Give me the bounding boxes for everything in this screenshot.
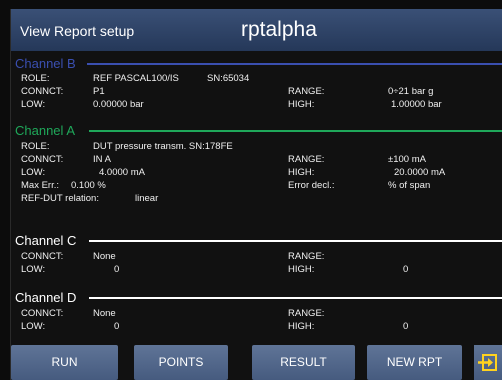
channel-a-error-row: Max Err.: 0.100 % Error decl.: % of span <box>11 180 502 193</box>
channel-a-section: Channel A ROLE: DUT pressure transm. SN:… <box>11 123 502 204</box>
screen: View Report setup rptalpha Channel B ROL… <box>10 9 502 380</box>
exit-icon <box>478 354 497 371</box>
high-label: HIGH: <box>288 321 315 332</box>
range-value: 0÷21 bar g <box>388 86 434 97</box>
report-title: rptalpha <box>241 18 317 41</box>
high-value: 20.0000 mA <box>394 167 446 178</box>
channel-a-title: Channel A <box>15 123 75 138</box>
connect-value: None <box>93 308 116 319</box>
channel-b-title: Channel B <box>15 56 76 71</box>
range-value: ±100 mA <box>388 154 426 165</box>
points-button[interactable]: POINTS <box>134 345 228 380</box>
high-label: HIGH: <box>288 264 315 275</box>
range-label: RANGE: <box>288 154 325 165</box>
channel-b-connect-row: CONNCT: P1 RANGE: 0÷21 bar g <box>11 86 502 99</box>
channel-b-section: Channel B ROLE: REF PASCAL100/IS SN:6503… <box>11 56 502 110</box>
range-label: RANGE: <box>288 251 325 262</box>
run-button[interactable]: RUN <box>11 345 118 380</box>
connect-value: None <box>93 251 116 262</box>
channel-c-section: Channel C CONNCT: None RANGE: LOW: 0 HIG… <box>11 233 502 275</box>
high-value: 0 <box>403 264 409 275</box>
channel-d-title: Channel D <box>15 290 77 305</box>
bottom-button-bar: RUN POINTS RESULT NEW RPT <box>11 345 502 380</box>
channel-a-divider <box>89 130 502 132</box>
low-label: LOW: <box>21 167 46 178</box>
channel-c-limits-row: LOW: 0 HIGH: 0 <box>11 264 502 277</box>
channel-c-header: Channel C <box>11 233 502 249</box>
channel-a-relation-row: REF-DUT relation: linear <box>11 193 502 206</box>
connect-label: CONNCT: <box>21 308 64 319</box>
result-button[interactable]: RESULT <box>252 345 355 380</box>
error-declaration-value: % of span <box>388 180 431 191</box>
exit-button[interactable] <box>474 345 502 380</box>
max-error-label: Max Err.: <box>21 180 60 191</box>
channel-c-divider <box>89 240 502 242</box>
channel-d-limits-row: LOW: 0 HIGH: 0 <box>11 321 502 334</box>
range-label: RANGE: <box>288 308 325 319</box>
low-value: 0 <box>114 321 120 332</box>
connect-value: P1 <box>93 86 105 97</box>
connect-label: CONNCT: <box>21 154 64 165</box>
channel-c-title: Channel C <box>15 233 77 248</box>
connect-label: CONNCT: <box>21 86 64 97</box>
low-label: LOW: <box>21 321 46 332</box>
low-value: 0 <box>114 264 120 275</box>
channel-d-connect-row: CONNCT: None RANGE: <box>11 308 502 321</box>
role-label: ROLE: <box>21 73 50 84</box>
channel-d-divider <box>89 297 502 299</box>
channel-c-connect-row: CONNCT: None RANGE: <box>11 251 502 264</box>
channel-b-limits-row: LOW: 0.00000 bar HIGH: 1.00000 bar <box>11 99 502 112</box>
channel-b-role-row: ROLE: REF PASCAL100/IS SN:65034 <box>11 73 502 86</box>
channel-a-role-row: ROLE: DUT pressure transm. SN:178FE <box>11 141 502 154</box>
high-label: HIGH: <box>288 99 315 110</box>
view-report-setup-label: View Report setup <box>20 23 135 39</box>
title-bar: View Report setup rptalpha <box>11 9 502 51</box>
connect-label: CONNCT: <box>21 251 64 262</box>
range-label: RANGE: <box>288 86 325 97</box>
channel-d-section: Channel D CONNCT: None RANGE: LOW: 0 HIG… <box>11 290 502 332</box>
error-declaration-label: Error decl.: <box>288 180 335 191</box>
low-value: 4.0000 mA <box>99 167 145 178</box>
high-label: HIGH: <box>288 167 315 178</box>
channel-b-header: Channel B <box>11 56 502 72</box>
relation-label: REF-DUT relation: <box>21 193 99 204</box>
channel-b-divider <box>87 63 502 65</box>
max-error-value: 0.100 % <box>71 180 106 191</box>
low-value: 0.00000 bar <box>93 99 144 110</box>
low-label: LOW: <box>21 99 46 110</box>
relation-value: linear <box>135 193 159 204</box>
new-report-button[interactable]: NEW RPT <box>367 345 462 380</box>
role-value: DUT pressure transm. SN:178FE <box>93 141 233 152</box>
channel-d-header: Channel D <box>11 290 502 306</box>
connect-value: IN A <box>93 154 111 165</box>
channel-a-limits-row: LOW: 4.0000 mA HIGH: 20.0000 mA <box>11 167 502 180</box>
serial-number: SN:65034 <box>207 73 250 84</box>
channel-a-connect-row: CONNCT: IN A RANGE: ±100 mA <box>11 154 502 167</box>
role-value: REF PASCAL100/IS <box>93 73 179 84</box>
high-value: 1.00000 bar <box>391 99 442 110</box>
high-value: 0 <box>403 321 409 332</box>
channel-a-header: Channel A <box>11 123 502 139</box>
low-label: LOW: <box>21 264 46 275</box>
role-label: ROLE: <box>21 141 50 152</box>
